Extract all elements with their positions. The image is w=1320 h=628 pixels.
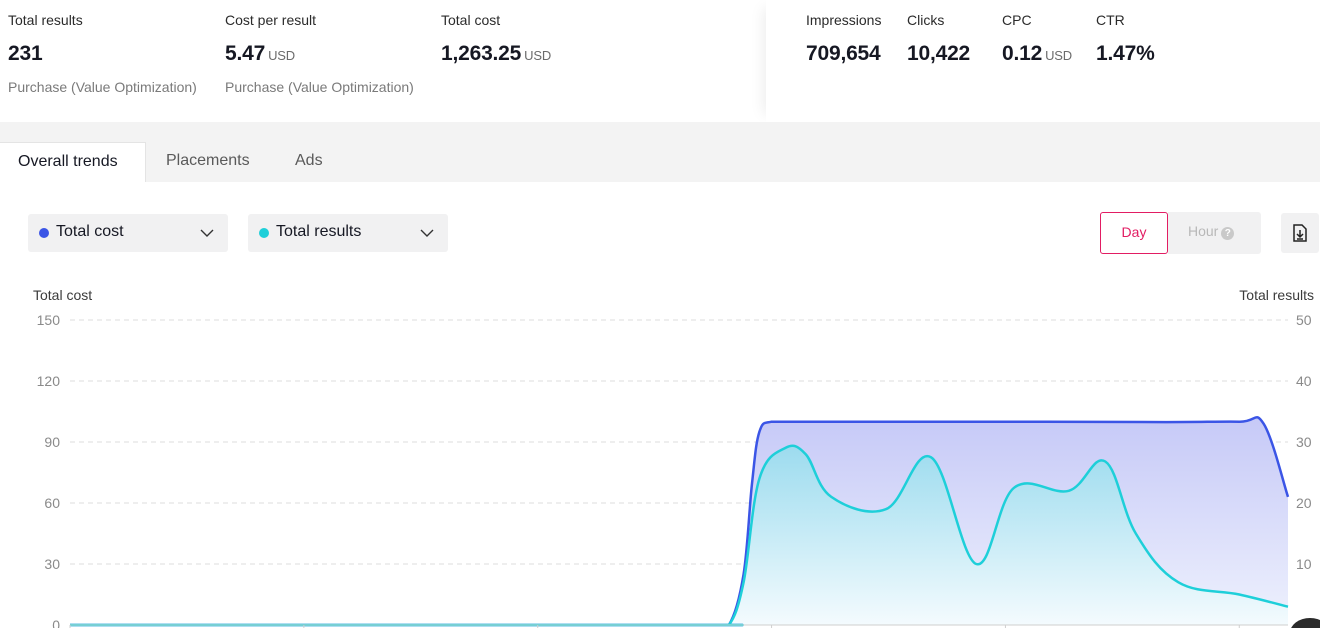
view-tabs: Overall trends Placements Ads xyxy=(0,122,1320,182)
chevron-down-icon xyxy=(200,229,214,237)
metric-impressions: Impressions 709,654 xyxy=(806,12,881,66)
metric-label: Total results xyxy=(8,12,83,28)
y-left-tick-label: 30 xyxy=(44,556,60,572)
y-axis-right: 01020304050 xyxy=(1296,312,1312,628)
y-left-tick-label: 60 xyxy=(44,495,60,511)
hour-label: Hour xyxy=(1188,223,1219,239)
metric-unit: USD xyxy=(1045,48,1072,63)
metric-value: 5.47 USD xyxy=(225,42,295,65)
y-right-tick-label: 10 xyxy=(1296,556,1312,572)
metric-unit: USD xyxy=(524,48,552,63)
metric-label: Total cost xyxy=(441,12,501,28)
y-left-tick-label: 150 xyxy=(37,312,61,328)
chart-series xyxy=(69,416,1290,627)
metric-unit: USD xyxy=(268,48,295,63)
summary-panel-secondary: Impressions 709,654 Clicks 10,422 CPC 0.… xyxy=(766,0,1320,122)
total-results-area xyxy=(70,445,1288,625)
metric-value: 0.12 USD xyxy=(1002,42,1072,65)
metric-subtitle: Purchase (Value Optimization) xyxy=(8,79,197,95)
tab-overall-trends[interactable]: Overall trends xyxy=(0,142,146,182)
secondary-metric-select[interactable]: Total results xyxy=(248,214,448,252)
metric-subtitle: Purchase (Value Optimization) xyxy=(225,79,414,95)
metric-total-results: Total results 231 Purchase (Value Optimi… xyxy=(8,12,197,95)
metric-cpc: CPC 0.12 USD xyxy=(1002,12,1072,66)
y-right-tick-label: 30 xyxy=(1296,434,1312,450)
metric-value: 10,422 xyxy=(907,42,971,65)
export-file-icon xyxy=(1293,224,1307,242)
y-left-tick-label: 0 xyxy=(52,617,60,628)
metric-label: CPC xyxy=(1002,12,1032,28)
tab-ads[interactable]: Ads xyxy=(295,142,323,182)
y-right-tick-label: 20 xyxy=(1296,495,1312,511)
metric-ctr: CTR 1.47% xyxy=(1096,12,1155,66)
primary-metric-select[interactable]: Total cost xyxy=(28,214,228,252)
metric-value: 1.47% xyxy=(1096,42,1155,65)
granularity-day-button[interactable]: Day xyxy=(1100,212,1168,254)
y-left-tick-label: 90 xyxy=(44,434,60,450)
metric-label: CTR xyxy=(1096,12,1125,28)
metric-label: Cost per result xyxy=(225,12,317,28)
question-circle-icon: ? xyxy=(1221,227,1235,240)
series-color-dot xyxy=(39,228,49,238)
metric-value: 1,263.25 USD xyxy=(441,42,552,65)
metric-label: Impressions xyxy=(806,12,882,28)
y-axis-left: 0 30 60 90 120 150 xyxy=(37,312,61,628)
metric-value: 231 xyxy=(8,42,43,65)
metric-cost-per-result: Cost per result 5.47 USD Purchase (Value … xyxy=(225,12,414,95)
metric-label: Clicks xyxy=(907,12,945,28)
y-left-tick-label: 120 xyxy=(37,373,61,389)
granularity-hour-button[interactable]: Hour? xyxy=(1168,212,1261,254)
series-color-dot xyxy=(259,228,269,238)
summary-panel-primary: Total results 231 Purchase (Value Optimi… xyxy=(0,0,766,122)
chevron-down-icon xyxy=(420,229,434,237)
select-label: Total cost xyxy=(56,223,124,240)
y-right-tick-label: 50 xyxy=(1296,312,1312,328)
y-right-tick-label: 40 xyxy=(1296,373,1312,389)
metric-clicks: Clicks 10,422 xyxy=(907,12,970,66)
trend-chart: 0 30 60 90 120 150 0 10 20 30 40 50 xyxy=(37,312,1312,628)
metric-total-cost: Total cost 1,263.25 USD xyxy=(441,12,551,66)
metric-value: 709,654 xyxy=(806,42,881,65)
select-label: Total results xyxy=(276,223,362,240)
export-button[interactable] xyxy=(1281,213,1319,253)
tab-placements[interactable]: Placements xyxy=(166,142,250,182)
